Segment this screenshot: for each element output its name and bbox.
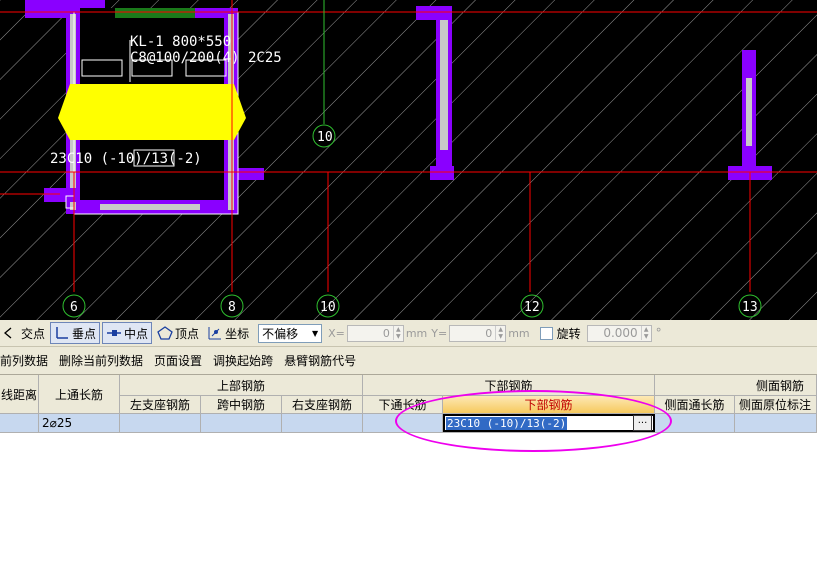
intersection-snap-button[interactable]: 交点 xyxy=(0,323,48,343)
x-label: X= xyxy=(328,326,345,340)
perpendicular-icon xyxy=(56,327,69,339)
header-top-continuous[interactable]: 上通长筋 xyxy=(39,375,120,414)
offset-dropdown[interactable]: 不偏移 ▼ xyxy=(258,323,323,343)
spin-arrows-icon[interactable]: ▲ ▼ xyxy=(495,326,505,340)
axis-label-6: 6 xyxy=(70,300,78,315)
selected-span-highlight[interactable] xyxy=(58,84,246,140)
beam-label-line2: C8@100/200(4) 2C25 xyxy=(130,50,282,66)
intersection-icon xyxy=(3,327,12,339)
perpendicular-label: 垂点 xyxy=(72,326,97,341)
coordinate-snap-button[interactable]: 坐标 xyxy=(204,323,252,343)
delete-column-data-button[interactable]: 删除当前列数据 xyxy=(59,352,143,369)
spin-arrows-icon[interactable]: ▲ ▼ xyxy=(392,326,403,340)
bottom-rebar-editor[interactable]: 23C10 (-10)/13(-2) ... xyxy=(443,414,655,432)
axis-label-12: 12 xyxy=(524,300,540,315)
rotate-input[interactable]: 0.000 ▲ ▼ xyxy=(586,324,652,342)
y-label: Y= xyxy=(431,326,448,340)
vertex-label: 顶点 xyxy=(175,326,200,341)
copy-column-data-button[interactable]: 前列数据 xyxy=(0,352,48,369)
midpoint-snap-button[interactable]: 中点 xyxy=(102,322,153,344)
vertex-icon xyxy=(157,326,173,340)
y-coordinate: Y= 0 ▲ ▼ mm xyxy=(431,324,530,342)
rotate-checkbox[interactable] xyxy=(539,326,553,340)
ellipsis-button[interactable]: ... xyxy=(633,415,652,431)
swap-start-span-button[interactable]: 调换起始跨 xyxy=(213,352,273,369)
cell-side-in-situ[interactable] xyxy=(735,414,817,433)
cell-right-support[interactable] xyxy=(282,414,363,433)
perpendicular-snap-button[interactable]: 垂点 xyxy=(50,322,101,344)
header-distance[interactable]: 线距离 xyxy=(0,375,39,414)
cad-drawing[interactable]: KL-1 800*550 C8@100/200(4) 2C25 23C10 (-… xyxy=(0,0,817,320)
beam-label-line1: KL-1 800*550 xyxy=(130,34,231,50)
axis-label-13: 13 xyxy=(742,300,758,315)
cell-mid-span[interactable] xyxy=(201,414,282,433)
axis-label-mid: 10 xyxy=(317,130,333,145)
drawing-canvas[interactable]: KL-1 800*550 C8@100/200(4) 2C25 23C10 (-… xyxy=(0,0,817,320)
spin-arrows-icon[interactable]: ▲ ▼ xyxy=(640,326,651,340)
cell-side-continuous[interactable] xyxy=(655,414,735,433)
midpoint-label: 中点 xyxy=(124,326,149,341)
header-bottom-rebar[interactable]: 下部钢筋 xyxy=(443,396,655,414)
rebar-grid: 线距离 上通长筋 上部钢筋 下部钢筋 侧面钢筋 左支座钢筋 跨中钢筋 右支座钢筋… xyxy=(0,375,817,588)
bottom-rebar-label: 23C10 (-10)/13(-2) xyxy=(50,151,202,167)
x-input[interactable]: 0 ▲ ▼ xyxy=(346,324,404,342)
intersection-label: 交点 xyxy=(21,326,46,341)
chevron-down-icon: ▼ xyxy=(312,328,319,338)
header-bottom-continuous[interactable]: 下通长筋 xyxy=(363,396,443,414)
x-coordinate: X= 0 ▲ ▼ mm xyxy=(328,324,428,342)
header-bottom-group[interactable]: 下部钢筋 xyxy=(363,375,655,396)
y-unit: mm xyxy=(508,326,530,340)
bottom-rebar-input-text[interactable]: 23C10 (-10)/13(-2) xyxy=(446,416,568,430)
offset-value: 不偏移 xyxy=(262,326,299,341)
y-value: 0 xyxy=(485,326,493,340)
vertex-snap-button[interactable]: 顶点 xyxy=(154,323,202,343)
snap-toolbar: 交点 垂点 中点 顶点 坐标 不偏移 ▼ X= 0 ▲ ▼ mm Y= 0 ▲ ▼ … xyxy=(0,320,817,347)
header-top-group[interactable]: 上部钢筋 xyxy=(120,375,363,396)
page-setup-button[interactable]: 页面设置 xyxy=(154,352,202,369)
cell-distance[interactable] xyxy=(0,414,39,433)
rotate-value: 0.000 xyxy=(603,326,638,340)
rotate-label: 旋转 xyxy=(556,326,581,341)
cantilever-rebar-code-button[interactable]: 悬臂钢筋代号 xyxy=(284,352,356,369)
axis-label-10: 10 xyxy=(320,300,336,315)
header-right-support[interactable]: 右支座钢筋 xyxy=(282,396,363,414)
axis-label-8: 8 xyxy=(228,300,236,315)
degree-symbol: ° xyxy=(655,326,662,340)
x-unit: mm xyxy=(405,326,428,340)
cell-bottom-continuous[interactable] xyxy=(363,414,443,433)
x-value: 0 xyxy=(382,326,390,340)
header-side-continuous[interactable]: 侧面通长筋 xyxy=(655,396,735,414)
header-mid-span[interactable]: 跨中钢筋 xyxy=(201,396,282,414)
coordinate-label: 坐标 xyxy=(225,326,250,341)
midpoint-icon xyxy=(107,330,122,336)
y-input[interactable]: 0 ▲ ▼ xyxy=(449,324,507,342)
coordinate-icon xyxy=(208,327,222,340)
cell-left-support[interactable] xyxy=(120,414,201,433)
header-left-support[interactable]: 左支座钢筋 xyxy=(120,396,201,414)
cell-top-continuous[interactable]: 2⌀25 xyxy=(39,414,120,433)
header-side-in-situ[interactable]: 侧面原位标注 xyxy=(735,396,817,414)
header-side-group[interactable]: 侧面钢筋 xyxy=(655,375,817,396)
action-bar: 前列数据 删除当前列数据 页面设置 调换起始跨 悬臂钢筋代号 xyxy=(0,347,817,375)
